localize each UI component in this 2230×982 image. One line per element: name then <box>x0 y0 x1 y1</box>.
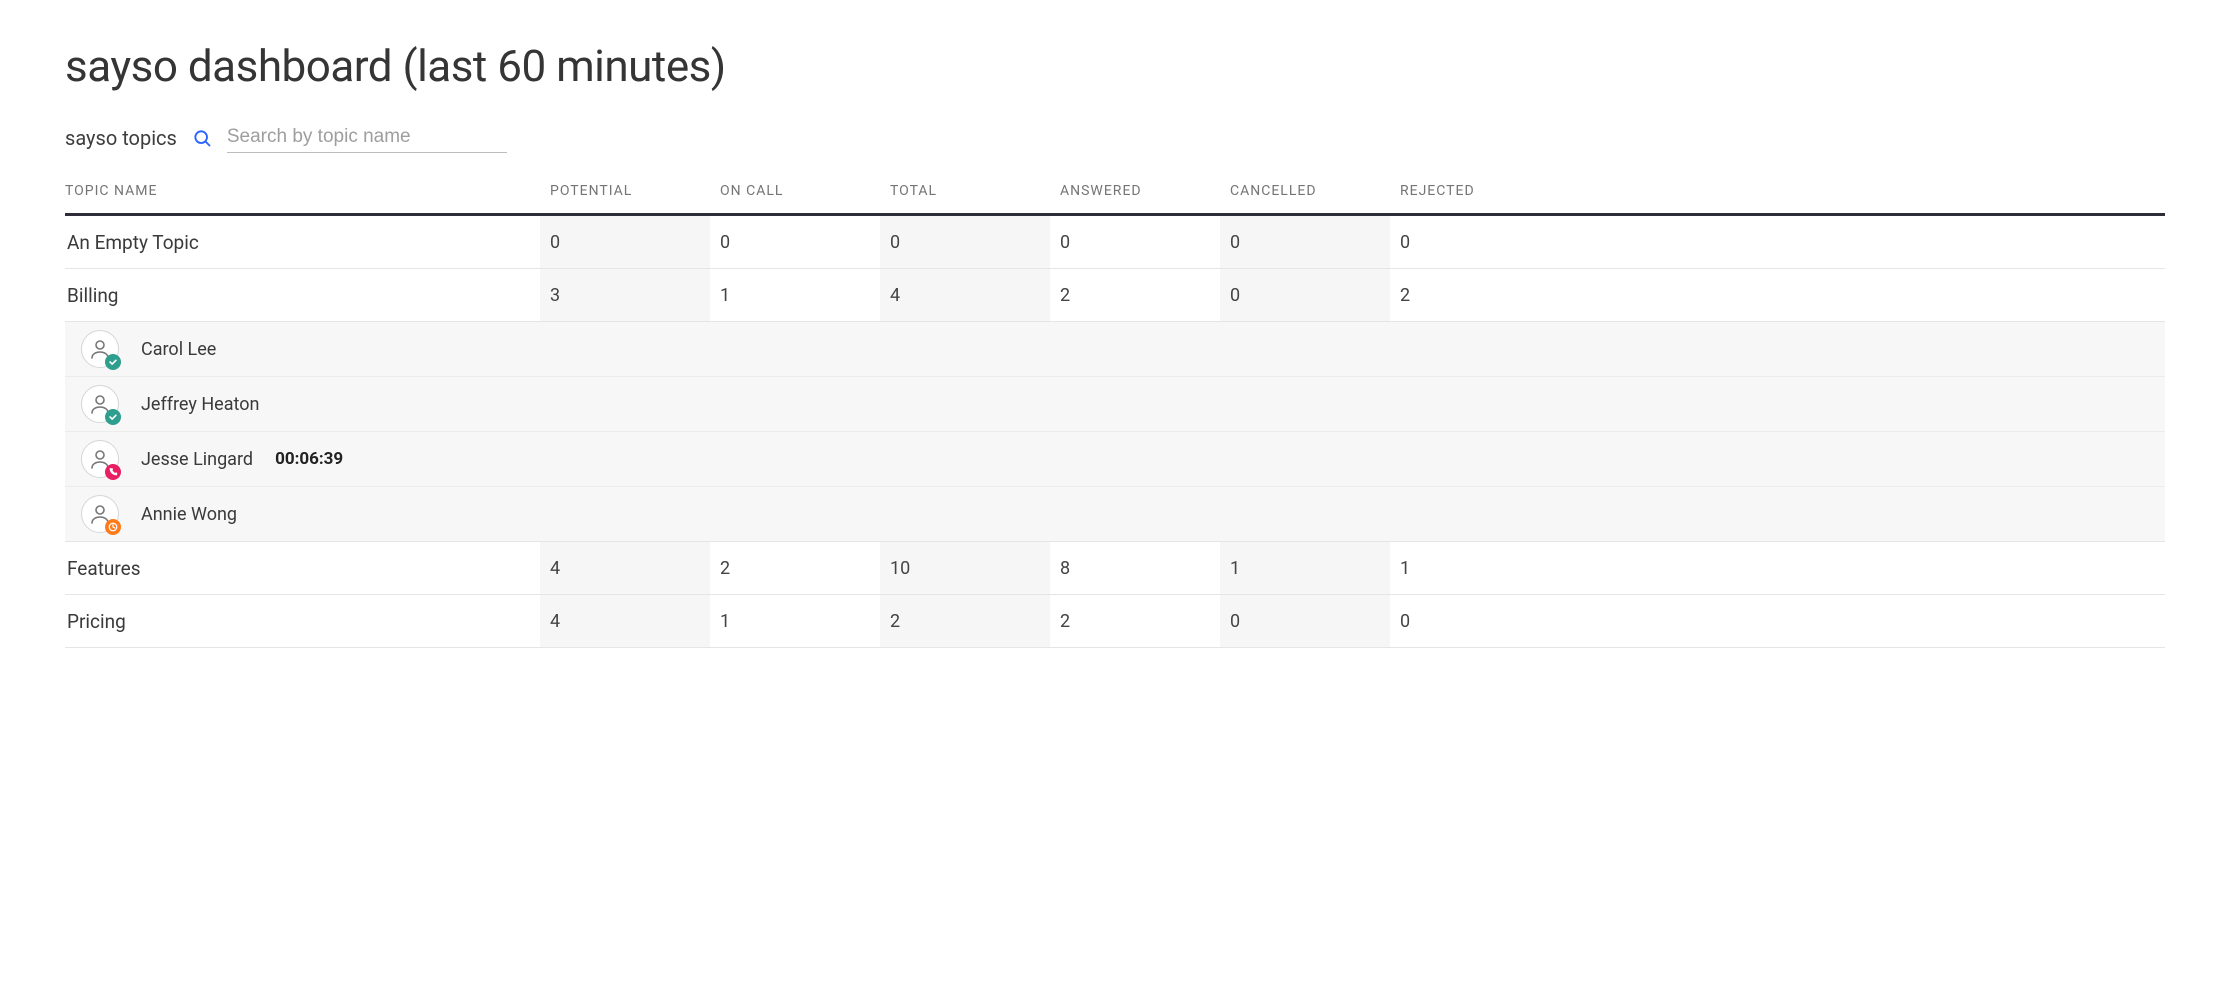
avatar <box>81 440 119 478</box>
cell-answered: 2 <box>1050 595 1220 647</box>
avatar <box>81 495 119 533</box>
cell-answered: 2 <box>1050 269 1220 321</box>
topic-name: An Empty Topic <box>65 231 540 254</box>
cell-answered: 8 <box>1050 542 1220 594</box>
agent-name: Annie Wong <box>141 504 237 525</box>
cell-rejected: 1 <box>1390 542 1560 594</box>
search-label: sayso topics <box>65 126 177 150</box>
agent-row[interactable]: Annie Wong <box>65 487 2165 541</box>
cell-total: 4 <box>880 269 1050 321</box>
cell-on_call: 1 <box>710 595 880 647</box>
cell-total: 10 <box>880 542 1050 594</box>
cell-potential: 4 <box>540 542 710 594</box>
cell-rejected: 0 <box>1390 595 1560 647</box>
cell-total: 2 <box>880 595 1050 647</box>
topic-name: Pricing <box>65 610 540 633</box>
cell-cancelled: 1 <box>1220 542 1390 594</box>
table-row[interactable]: Pricing412200 <box>65 595 2165 648</box>
agent-name: Carol Lee <box>141 339 216 360</box>
cell-on_call: 1 <box>710 269 880 321</box>
clock-icon <box>105 519 121 535</box>
topics-table: TOPIC NAME POTENTIAL ON CALL TOTAL ANSWE… <box>65 183 2165 648</box>
col-on-call: ON CALL <box>710 183 880 199</box>
avatar <box>81 330 119 368</box>
col-cancelled: CANCELLED <box>1220 183 1390 199</box>
col-answered: ANSWERED <box>1050 183 1220 199</box>
col-total: TOTAL <box>880 183 1050 199</box>
cell-cancelled: 0 <box>1220 216 1390 268</box>
search-input[interactable] <box>227 122 507 153</box>
table-header: TOPIC NAME POTENTIAL ON CALL TOTAL ANSWE… <box>65 183 2165 216</box>
cell-total: 0 <box>880 216 1050 268</box>
col-rejected: REJECTED <box>1390 183 1560 199</box>
table-row[interactable]: An Empty Topic000000 <box>65 216 2165 269</box>
topic-name: Features <box>65 557 540 580</box>
cell-rejected: 0 <box>1390 216 1560 268</box>
agent-call-duration: 00:06:39 <box>275 449 343 469</box>
cell-on_call: 0 <box>710 216 880 268</box>
agent-row[interactable]: Carol Lee <box>65 322 2165 377</box>
cell-on_call: 2 <box>710 542 880 594</box>
table-row[interactable]: Features4210811 <box>65 542 2165 595</box>
page-title: sayso dashboard (last 60 minutes) <box>65 40 2165 92</box>
cell-potential: 0 <box>540 216 710 268</box>
search-icon[interactable] <box>191 127 213 149</box>
check-icon <box>105 409 121 425</box>
col-potential: POTENTIAL <box>540 183 710 199</box>
topic-name: Billing <box>65 284 540 307</box>
search-bar: sayso topics <box>65 122 2165 153</box>
agent-name: Jesse Lingard <box>141 449 253 470</box>
agent-row[interactable]: Jeffrey Heaton <box>65 377 2165 432</box>
agent-row[interactable]: Jesse Lingard 00:06:39 <box>65 432 2165 487</box>
cell-rejected: 2 <box>1390 269 1560 321</box>
check-icon <box>105 354 121 370</box>
table-row[interactable]: Billing314202 <box>65 269 2165 322</box>
col-topic-name: TOPIC NAME <box>65 183 540 199</box>
cell-potential: 3 <box>540 269 710 321</box>
phone-icon <box>105 464 121 480</box>
avatar <box>81 385 119 423</box>
agent-name: Jeffrey Heaton <box>141 394 259 415</box>
cell-cancelled: 0 <box>1220 595 1390 647</box>
agents-list: Carol Lee Jeffrey Heaton Jesse Lingard 00:0… <box>65 322 2165 542</box>
cell-cancelled: 0 <box>1220 269 1390 321</box>
cell-potential: 4 <box>540 595 710 647</box>
cell-answered: 0 <box>1050 216 1220 268</box>
